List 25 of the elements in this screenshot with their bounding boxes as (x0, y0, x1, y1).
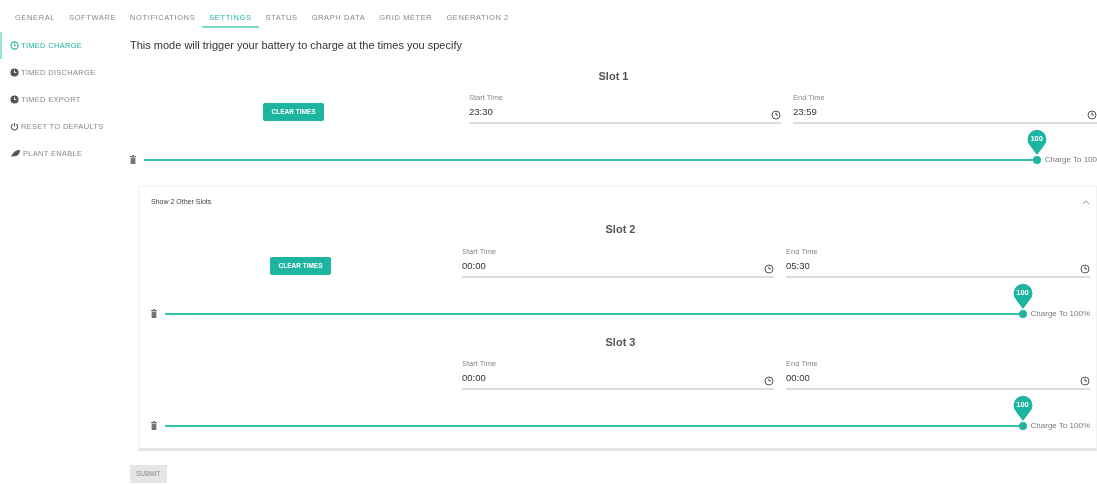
clock-icon (10, 95, 19, 104)
slider-thumb[interactable] (1018, 309, 1027, 318)
clock-icon (764, 263, 774, 274)
clock-icon (771, 109, 781, 120)
slider-thumb[interactable] (1018, 421, 1027, 430)
clock-icon (1087, 109, 1097, 120)
slot-title: Slot 3 (604, 334, 637, 350)
clock-icon (1080, 263, 1090, 274)
slider-thumb[interactable] (1032, 155, 1041, 164)
trash-icon (130, 155, 136, 165)
trash-icon (151, 309, 157, 318)
value-pin (1011, 394, 1034, 421)
trash-icon (151, 421, 157, 431)
value-pin (1025, 128, 1048, 155)
clock-icon (764, 375, 774, 386)
clock-icon (10, 41, 19, 50)
leaf-icon (10, 149, 21, 158)
slot-title: Slot 2 (604, 222, 637, 238)
value-pin (1011, 282, 1034, 309)
slot-title: Slot 1 (597, 68, 630, 84)
clock-icon (1080, 375, 1090, 386)
power-icon (10, 122, 19, 131)
description-text: This mode will trigger your battery to charge at the times you specify (130, 38, 463, 53)
chevron-icon[interactable] (1082, 199, 1090, 205)
clock-icon (10, 68, 19, 77)
